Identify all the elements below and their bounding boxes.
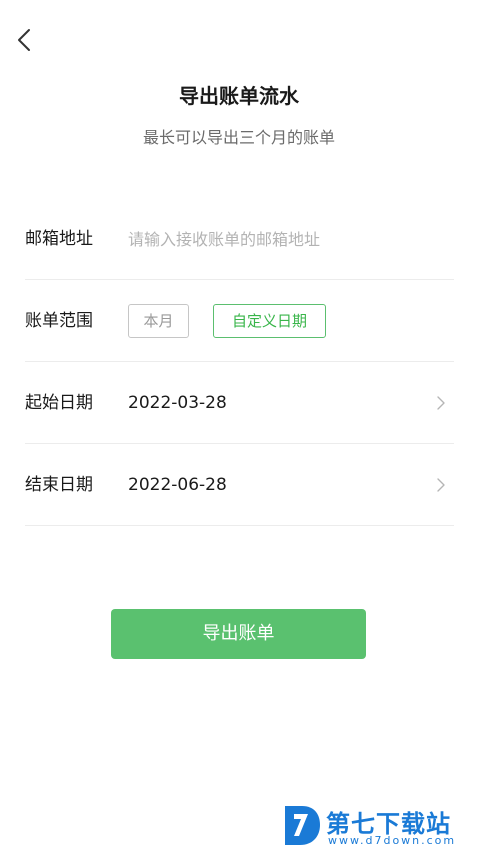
d7-logo-icon <box>285 806 320 845</box>
end-date-row[interactable]: 结束日期 2022-06-28 <box>25 444 454 526</box>
back-button[interactable] <box>14 26 38 54</box>
start-date-value: 2022-03-28 <box>128 393 227 413</box>
range-label: 账单范围 <box>25 311 93 331</box>
chevron-right-icon <box>437 478 445 492</box>
export-bill-button[interactable]: 导出账单 <box>111 609 366 659</box>
email-row: 邮箱地址 <box>25 198 454 280</box>
range-row: 账单范围 本月 自定义日期 <box>25 280 454 362</box>
chevron-right-icon <box>437 396 445 410</box>
watermark-url: www.d7down.com <box>328 834 457 847</box>
range-option-this-month[interactable]: 本月 <box>128 304 189 338</box>
start-date-label: 起始日期 <box>25 393 93 413</box>
end-date-value: 2022-06-28 <box>128 475 227 495</box>
chevron-left-icon <box>18 29 30 51</box>
page-title: 导出账单流水 <box>179 84 299 108</box>
range-option-custom-date[interactable]: 自定义日期 <box>213 304 326 338</box>
watermark-logo: 第七下载站 www.d7down.com <box>282 800 474 847</box>
page-subtitle: 最长可以导出三个月的账单 <box>142 128 335 147</box>
email-label: 邮箱地址 <box>25 229 93 249</box>
end-date-label: 结束日期 <box>25 475 93 495</box>
start-date-row[interactable]: 起始日期 2022-03-28 <box>25 362 454 444</box>
email-input[interactable] <box>128 222 448 256</box>
